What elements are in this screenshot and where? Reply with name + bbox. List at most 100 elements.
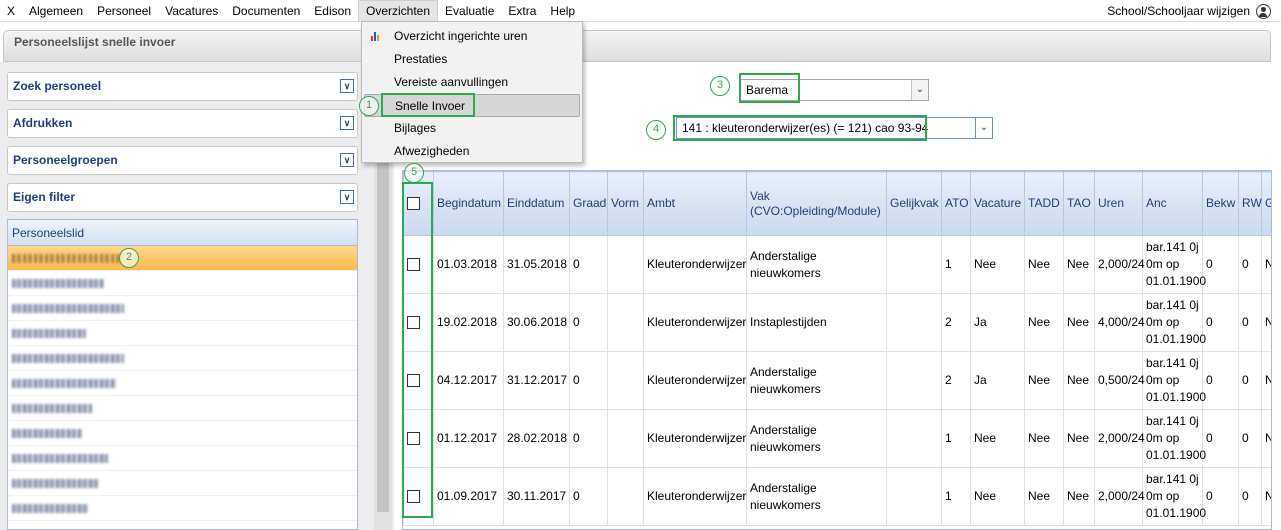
header-gelijkvak[interactable]: Gelijkvak: [886, 171, 942, 236]
section-eigen-filter[interactable]: Eigen filter ∨: [7, 183, 358, 212]
cell-graad[interactable]: 0: [569, 235, 608, 294]
menu-algemeen[interactable]: Algemeen: [22, 0, 90, 22]
list-item[interactable]: [8, 271, 357, 296]
header-vacature[interactable]: Vacature: [970, 171, 1025, 236]
cell-vacature[interactable]: Ja: [970, 293, 1025, 352]
menu-item-prestaties[interactable]: Prestaties: [362, 48, 582, 71]
cell-tao[interactable]: Nee: [1063, 293, 1095, 352]
cell-ge-ka-ho[interactable]: N: [1261, 351, 1271, 410]
cell-vorm[interactable]: [607, 293, 644, 352]
cell-rw[interactable]: 0: [1238, 293, 1262, 352]
cell-ge-ka-ho[interactable]: N: [1261, 467, 1271, 526]
list-item[interactable]: [8, 346, 357, 371]
cell-ambt[interactable]: Kleuteronderwijzer: [643, 235, 747, 294]
cell-bekw[interactable]: 0: [1202, 351, 1239, 410]
expand-icon[interactable]: ∨: [340, 153, 354, 167]
section-zoek-personeel[interactable]: Zoek personeel ∨: [7, 72, 358, 101]
cell-gelijkvak[interactable]: [886, 351, 942, 410]
cell-ge-ka-ho[interactable]: N: [1261, 293, 1271, 352]
cell-ambt[interactable]: Kleuteronderwijzer: [643, 293, 747, 352]
cell-begindatum[interactable]: 01.09.2017: [433, 467, 504, 526]
header-ge-ka-ho[interactable]: Ge Ka ho: [1261, 171, 1271, 236]
cell-vorm[interactable]: [607, 467, 644, 526]
cell-gelijkvak[interactable]: [886, 293, 942, 352]
cell-anc[interactable]: bar.141 0j 0m op 01.01.1900: [1142, 409, 1206, 468]
cell-ambt[interactable]: Kleuteronderwijzer: [643, 467, 747, 526]
cell-vacature[interactable]: Ja: [970, 351, 1025, 410]
cell-begindatum[interactable]: 04.12.2017: [433, 351, 504, 410]
cell-ambt[interactable]: Kleuteronderwijzer: [643, 409, 747, 468]
header-uren[interactable]: Uren: [1094, 171, 1143, 236]
cell-vak[interactable]: Anderstalige nieuwkomers: [746, 235, 887, 294]
cell-rw[interactable]: 0: [1238, 351, 1262, 410]
cell-vak[interactable]: Instaplestijden: [746, 293, 887, 352]
cell-begindatum[interactable]: 01.12.2017: [433, 409, 504, 468]
menu-help[interactable]: Help: [543, 0, 582, 22]
cell-tadd[interactable]: Nee: [1024, 293, 1064, 352]
cell-uren[interactable]: 0,500/24: [1094, 351, 1145, 410]
cell-begindatum[interactable]: 19.02.2018: [433, 293, 504, 352]
cell-vacature[interactable]: Nee: [970, 235, 1025, 294]
cell-gelijkvak[interactable]: [886, 235, 942, 294]
list-item[interactable]: [8, 321, 357, 346]
table-row[interactable]: 04.12.2017 31.12.2017 0 Kleuteronderwijzer A…: [403, 351, 1271, 410]
cell-einddatum[interactable]: 31.12.2017: [503, 351, 570, 410]
cell-bekw[interactable]: 0: [1202, 467, 1239, 526]
header-vak[interactable]: Vak (CVO:Opleiding/Module): [746, 171, 887, 236]
table-row[interactable]: 01.03.2018 31.05.2018 0 Kleuteronderwijzer A…: [403, 235, 1271, 294]
cell-rw[interactable]: 0: [1238, 235, 1262, 294]
cell-tao[interactable]: Nee: [1063, 235, 1095, 294]
cell-vorm[interactable]: [607, 351, 644, 410]
table-row[interactable]: 01.09.2017 30.11.2017 0 Kleuteronderwijzer A…: [403, 467, 1271, 526]
cell-ato[interactable]: 2: [941, 293, 971, 352]
cell-gelijkvak[interactable]: [886, 467, 942, 526]
cell-uren[interactable]: 2,000/24: [1094, 409, 1145, 468]
expand-icon[interactable]: ∨: [340, 116, 354, 130]
list-item[interactable]: [8, 421, 357, 446]
cell-tadd[interactable]: Nee: [1024, 409, 1064, 468]
cell-bekw[interactable]: 0: [1202, 235, 1239, 294]
cell-graad[interactable]: 0: [569, 467, 608, 526]
list-item[interactable]: [8, 371, 357, 396]
cell-bekw[interactable]: 0: [1202, 293, 1239, 352]
menu-item-overzicht-uren[interactable]: Overzicht ingerichte uren: [362, 25, 582, 48]
expand-icon[interactable]: ∨: [340, 190, 354, 204]
cell-tao[interactable]: Nee: [1063, 409, 1095, 468]
user-icon[interactable]: [1256, 3, 1271, 19]
cell-vak[interactable]: Anderstalige nieuwkomers: [746, 351, 887, 410]
cell-vak[interactable]: Anderstalige nieuwkomers: [746, 409, 887, 468]
header-rw[interactable]: RW: [1238, 171, 1262, 236]
cell-ge-ka-ho[interactable]: N: [1261, 409, 1271, 468]
cell-tao[interactable]: Nee: [1063, 351, 1095, 410]
cell-vacature[interactable]: Nee: [970, 467, 1025, 526]
cell-anc[interactable]: bar.141 0j 0m op 01.01.1900: [1142, 467, 1206, 526]
menu-item-vereiste-aanvullingen[interactable]: Vereiste aanvullingen: [362, 71, 582, 94]
header-ato[interactable]: ATO: [941, 171, 971, 236]
menu-evaluatie[interactable]: Evaluatie: [438, 0, 501, 22]
section-personeelgroepen[interactable]: Personeelgroepen ∨: [7, 146, 358, 175]
cell-vorm[interactable]: [607, 235, 644, 294]
cell-tao[interactable]: Nee: [1063, 467, 1095, 526]
header-tao[interactable]: TAO: [1063, 171, 1095, 236]
header-vorm[interactable]: Vorm: [607, 171, 644, 236]
header-tadd[interactable]: TADD: [1024, 171, 1064, 236]
cell-einddatum[interactable]: 30.06.2018: [503, 293, 570, 352]
cell-ato[interactable]: 1: [941, 235, 971, 294]
cell-bekw[interactable]: 0: [1202, 409, 1239, 468]
list-item[interactable]: [8, 496, 357, 521]
cell-uren[interactable]: 4,000/24: [1094, 293, 1145, 352]
list-item[interactable]: [8, 296, 357, 321]
header-einddatum[interactable]: Einddatum: [503, 171, 570, 236]
menu-extra[interactable]: Extra: [501, 0, 543, 22]
section-afdrukken[interactable]: Afdrukken ∨: [7, 109, 358, 138]
header-anc[interactable]: Anc: [1142, 171, 1203, 236]
cell-ambt[interactable]: Kleuteronderwijzer: [643, 351, 747, 410]
list-item[interactable]: [8, 471, 357, 496]
list-item[interactable]: [8, 446, 357, 471]
menu-edison[interactable]: Edison: [307, 0, 358, 22]
list-item[interactable]: [8, 246, 357, 271]
cell-tadd[interactable]: Nee: [1024, 235, 1064, 294]
cell-uren[interactable]: 2,000/24: [1094, 235, 1145, 294]
cell-anc[interactable]: bar.141 0j 0m op 01.01.1900: [1142, 351, 1206, 410]
menu-close[interactable]: X: [0, 0, 22, 22]
